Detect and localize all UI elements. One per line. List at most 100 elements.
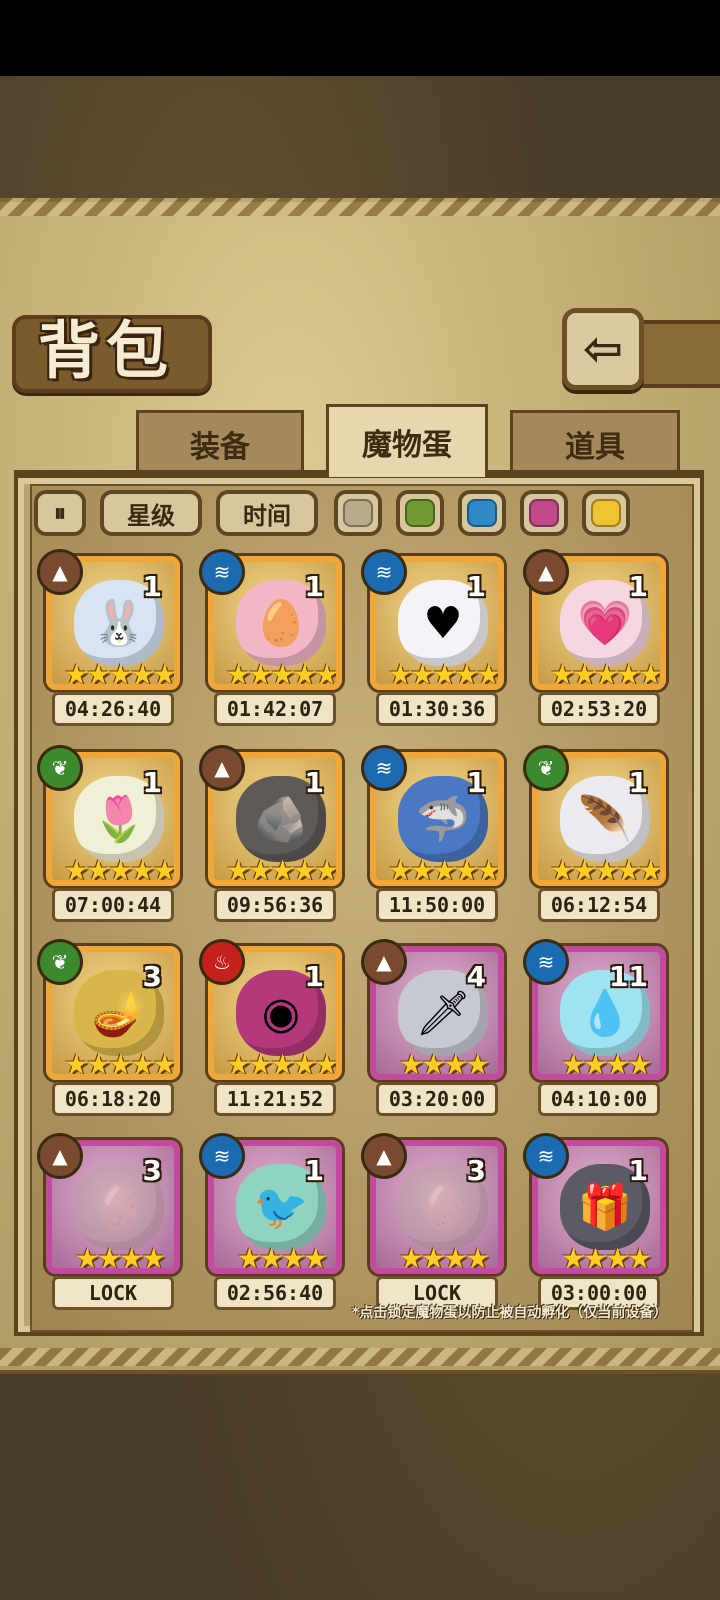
sort-by-star-button[interactable]: 星级 xyxy=(100,490,202,536)
wood-element-icon: ❦ xyxy=(40,942,80,982)
tab-label: 魔物蛋 xyxy=(362,428,452,463)
water-element-icon: ≋ xyxy=(364,552,404,592)
egg-card[interactable]: 🪶 ★★★★★ 1 ❦ 06:12:54 xyxy=(526,748,666,928)
hatch-timer: 01:42:07 xyxy=(214,692,336,726)
star-rating: ★★★★★ xyxy=(225,1048,337,1080)
star-rating: ★★★★ xyxy=(74,1242,166,1274)
egg-card[interactable]: 🪨 ★★★★★ 1 ▲ 09:56:36 xyxy=(202,748,342,928)
tab-items[interactable]: 道具 xyxy=(510,410,680,475)
hatch-timer: 02:53:20 xyxy=(538,692,660,726)
lock-hint: *点击锁定魔物蛋以防止被自动孵化（仅当前设备） xyxy=(352,1305,668,1321)
filter-gold-swatch xyxy=(591,499,621,527)
filter-gold-button[interactable] xyxy=(582,490,630,536)
hatch-timer: 11:21:52 xyxy=(214,1082,336,1116)
egg-card[interactable]: 💗 ★★★★★ 1 ▲ 02:53:20 xyxy=(526,552,666,732)
earth-element-icon: ▲ xyxy=(526,552,566,592)
sort-by-time-label: 时间 xyxy=(243,501,291,530)
tab-label: 道具 xyxy=(565,430,625,465)
water-element-icon: ≋ xyxy=(526,942,566,982)
filter-gray-swatch xyxy=(343,499,373,527)
water-element-icon: ≋ xyxy=(364,748,404,788)
egg-card[interactable]: 🦈 ★★★★★ 1 ≋ 11:50:00 xyxy=(364,748,504,928)
sort-order-icon: ⏸ xyxy=(54,499,66,527)
egg-card[interactable]: 🥚 ★★★★ 3 ▲ LOCK xyxy=(40,1136,180,1316)
earth-element-icon: ▲ xyxy=(364,942,404,982)
sort-order-button[interactable]: ⏸ xyxy=(34,490,86,536)
filter-green-swatch xyxy=(405,499,435,527)
jagged-edge-top xyxy=(0,198,720,216)
earth-element-icon: ▲ xyxy=(40,1136,80,1176)
filter-purple-button[interactable] xyxy=(520,490,568,536)
earth-element-icon: ▲ xyxy=(40,552,80,592)
hatch-timer: LOCK xyxy=(52,1276,174,1310)
star-rating: ★★★★ xyxy=(236,1242,328,1274)
egg-count: 11 xyxy=(609,960,648,993)
status-bar xyxy=(0,0,720,76)
hatch-timer: 04:10:00 xyxy=(538,1082,660,1116)
jagged-edge-bottom xyxy=(0,1348,720,1366)
water-element-icon: ≋ xyxy=(202,552,242,592)
sort-by-time-button[interactable]: 时间 xyxy=(216,490,318,536)
egg-card[interactable]: 🗡 ★★★★ 4 ▲ 03:20:00 xyxy=(364,942,504,1122)
star-rating: ★★★★★ xyxy=(225,658,337,690)
filter-purple-swatch xyxy=(529,499,559,527)
egg-count: 1 xyxy=(304,766,324,799)
sort-by-star-label: 星级 xyxy=(127,501,175,530)
star-rating: ★★★★★ xyxy=(387,854,499,886)
back-button[interactable]: ⇦ xyxy=(562,308,644,390)
egg-card[interactable]: 💧 ★★★★ 11 ≋ 04:10:00 xyxy=(526,942,666,1122)
hatch-timer: 06:12:54 xyxy=(538,888,660,922)
back-arrow-icon: ⇦ xyxy=(582,321,624,377)
page-title: 背包 xyxy=(38,314,175,387)
egg-card[interactable]: 🎁 ★★★★ 1 ≋ 03:00:00 xyxy=(526,1136,666,1316)
egg-count: 1 xyxy=(142,570,162,603)
egg-count: 3 xyxy=(466,1154,486,1187)
egg-count: 4 xyxy=(466,960,486,993)
filter-green-button[interactable] xyxy=(396,490,444,536)
hatch-timer: 01:30:36 xyxy=(376,692,498,726)
hatch-timer: 04:26:40 xyxy=(52,692,174,726)
egg-card[interactable]: 🪔 ★★★★★ 3 ❦ 06:18:20 xyxy=(40,942,180,1122)
tab-equipment[interactable]: 装备 xyxy=(136,410,304,475)
tab-monster-eggs[interactable]: 魔物蛋 xyxy=(326,404,488,477)
star-rating: ★★★★★ xyxy=(387,658,499,690)
egg-count: 3 xyxy=(142,960,162,993)
egg-card[interactable]: 🥚 ★★★★★ 1 ≋ 01:42:07 xyxy=(202,552,342,732)
hatch-timer: 02:56:40 xyxy=(214,1276,336,1310)
water-element-icon: ≋ xyxy=(526,1136,566,1176)
egg-count: 1 xyxy=(628,766,648,799)
egg-count: 1 xyxy=(304,570,324,603)
egg-card[interactable]: ◉ ★★★★★ 1 ♨ 11:21:52 xyxy=(202,942,342,1122)
star-rating: ★★★★★ xyxy=(63,1048,175,1080)
hatch-timer: 09:56:36 xyxy=(214,888,336,922)
hatch-timer: 03:20:00 xyxy=(376,1082,498,1116)
egg-card[interactable]: 🐰 ★★★★★ 1 ▲ 04:26:40 xyxy=(40,552,180,732)
wood-element-icon: ❦ xyxy=(40,748,80,788)
filter-gray-button[interactable] xyxy=(334,490,382,536)
egg-count: 3 xyxy=(142,1154,162,1187)
egg-count: 1 xyxy=(304,960,324,993)
tab-label: 装备 xyxy=(190,430,250,465)
wood-element-icon: ❦ xyxy=(526,748,566,788)
fire-element-icon: ♨ xyxy=(202,942,242,982)
egg-card[interactable]: 🥚 ★★★★ 3 ▲ LOCK xyxy=(364,1136,504,1316)
egg-card[interactable]: 🌷 ★★★★★ 1 ❦ 07:00:44 xyxy=(40,748,180,928)
egg-count: 1 xyxy=(466,570,486,603)
filter-blue-button[interactable] xyxy=(458,490,506,536)
star-rating: ★★★★ xyxy=(560,1242,652,1274)
star-rating: ★★★★★ xyxy=(549,658,661,690)
egg-count: 1 xyxy=(466,766,486,799)
egg-card[interactable]: ♥ ★★★★★ 1 ≋ 01:30:36 xyxy=(364,552,504,732)
hatch-timer: 11:50:00 xyxy=(376,888,498,922)
earth-element-icon: ▲ xyxy=(202,748,242,788)
egg-count: 1 xyxy=(304,1154,324,1187)
star-rating: ★★★★★ xyxy=(63,658,175,690)
egg-card[interactable]: 🐦 ★★★★ 1 ≋ 02:56:40 xyxy=(202,1136,342,1316)
filter-blue-swatch xyxy=(467,499,497,527)
egg-count: 1 xyxy=(142,766,162,799)
hatch-timer: 07:00:44 xyxy=(52,888,174,922)
earth-element-icon: ▲ xyxy=(364,1136,404,1176)
water-element-icon: ≋ xyxy=(202,1136,242,1176)
egg-count: 1 xyxy=(628,570,648,603)
egg-count: 1 xyxy=(628,1154,648,1187)
